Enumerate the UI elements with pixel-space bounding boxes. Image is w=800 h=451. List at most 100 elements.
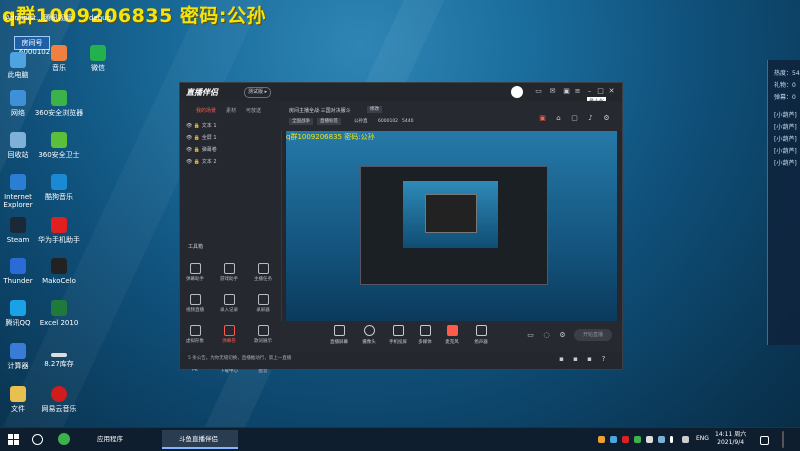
gift-icon[interactable]: ▣ — [563, 88, 570, 95]
scene-item[interactable]: 👁 🔒 文本 2 — [186, 158, 217, 165]
speaker-icon[interactable] — [682, 436, 689, 443]
clock[interactable]: 14:11 周六 2021/9/4 — [715, 431, 746, 447]
tag-chip[interactable]: 直播标签 — [317, 118, 341, 125]
stat-gifts: 礼物：0 — [774, 82, 796, 89]
minimize-icon[interactable]: – — [586, 88, 593, 95]
tray-app-icon[interactable] — [658, 436, 665, 443]
360-browser-icon[interactable] — [58, 433, 70, 445]
preview-overlay-caption: q群1009206835 密码:公孙 — [286, 133, 375, 141]
search-icon[interactable] — [32, 434, 43, 445]
tool-danmaku-helper[interactable]: 弹幕助手 — [182, 263, 208, 282]
lock-icon[interactable]: ▣ — [539, 115, 546, 122]
multimedia-button[interactable]: 多媒体 — [411, 325, 439, 345]
camera-button[interactable]: 摄像头 — [355, 325, 383, 345]
settings-icon[interactable]: ⚙ — [603, 115, 610, 122]
video-icon[interactable]: ▭ — [527, 332, 534, 339]
qq-icon — [10, 300, 26, 316]
windows-start-icon[interactable] — [8, 434, 19, 445]
notification-icon[interactable] — [760, 436, 769, 445]
stream-preview[interactable]: q群1009206835 密码:公孙 — [286, 131, 617, 321]
screen-capture-button[interactable]: 直播屏幕 — [325, 325, 353, 345]
taskbar-item-live-companion[interactable]: 斗鱼直播伴侣 — [162, 430, 238, 449]
stream-info-bar: 房间主播全战·三国对决服斗 修改 全国战争 直播标签 公孙直 6000102 5… — [281, 101, 622, 131]
screenshot-icon[interactable]: ▢ — [571, 115, 578, 122]
tab-broadcast[interactable]: 可放送 — [246, 107, 261, 114]
tray-app-icon[interactable] — [598, 436, 605, 443]
desktop-icon-makocelo[interactable]: MakoCelo — [31, 258, 87, 285]
help-icon[interactable]: ? — [600, 356, 607, 363]
desktop-icon-360-guard[interactable]: 360安全卫士 — [31, 132, 87, 159]
info-icon[interactable]: ◌ — [543, 332, 550, 339]
shield-icon — [51, 132, 67, 148]
scene-item[interactable]: 👁 🔒 全屏 1 — [186, 134, 217, 141]
desktop-icon-netease-music[interactable]: 网易云音乐 — [31, 386, 87, 413]
tray-app-icon[interactable] — [610, 436, 617, 443]
camera-icon — [363, 325, 375, 336]
phone-cast-button[interactable]: 手机投屏 — [384, 325, 412, 345]
netease-music-icon — [51, 386, 67, 402]
input-language[interactable]: ENG — [696, 435, 709, 442]
folder-icon — [10, 386, 26, 402]
tool-lyrics[interactable]: 歌词展示 — [250, 325, 276, 344]
toolbox-title: 工具箱 — [188, 244, 204, 250]
tray-app-icon[interactable] — [634, 436, 641, 443]
chat-line: [小葫芦] — [774, 136, 797, 143]
tab-scenes[interactable]: 我的场景 — [196, 107, 216, 114]
desktop-icon-inventory[interactable]: 8.27库存 — [31, 343, 87, 368]
tray-app-icon[interactable] — [646, 436, 653, 443]
taskbar-item-apps[interactable]: 应用程序 — [80, 430, 156, 449]
message-icon[interactable]: ▭ — [535, 88, 542, 95]
kugou-icon — [51, 174, 67, 190]
avatar[interactable] — [511, 86, 523, 98]
live-companion-window[interactable]: 直播伴侣 测试版 ▸ ▭ ✉ ▣ ≡ – □ ✕ 最小化 我的场景 素材 可放送… — [179, 82, 623, 374]
tool-danmaku-roll[interactable]: 弹幕卷 — [216, 325, 242, 344]
share-icon[interactable]: ⌂ — [555, 115, 562, 122]
tool-virtual-avatar[interactable]: 虚拟形象 — [182, 325, 208, 344]
room-id: 6000102 — [378, 119, 399, 124]
desktop-icon-wechat[interactable]: 微信 — [70, 45, 126, 72]
speed-icon: ▪ — [559, 355, 564, 363]
edit-title-button[interactable]: 修改 — [367, 106, 382, 113]
scene-item[interactable]: 👁 🔒 文本 1 — [186, 122, 217, 129]
tab-material[interactable]: 素材 — [226, 107, 236, 114]
speaker-button[interactable]: 扬声器 — [467, 325, 495, 345]
scene-item[interactable]: 👁 🔒 弹幕卷 — [186, 146, 217, 153]
desktop-icon-kugou[interactable]: 酷狗音乐 — [31, 174, 87, 201]
show-desktop-button[interactable] — [782, 431, 784, 448]
microphone-icon[interactable] — [670, 436, 673, 443]
tool-record[interactable]: 录入记录 — [216, 294, 242, 313]
desktop-icon-huawei[interactable]: 华为手机助手 — [31, 217, 87, 244]
network-icon — [10, 90, 26, 106]
tray-app-icon[interactable] — [622, 436, 629, 443]
chat-line: [小葫芦] — [774, 148, 797, 155]
close-icon[interactable]: ✕ — [608, 88, 615, 95]
tool-video[interactable]: 视频直播 — [182, 294, 208, 313]
start-stream-button[interactable]: 开始直播 — [574, 329, 612, 341]
tool-anchor-task[interactable]: 主播任务 — [250, 263, 276, 282]
beta-badge[interactable]: 测试版 ▸ — [244, 87, 272, 98]
notice-text[interactable]: 5 条公告。为你无缝切换，直播推动行，第上一直播 — [188, 355, 291, 361]
music-icon — [51, 45, 67, 61]
category-chip[interactable]: 全国战争 — [289, 118, 313, 125]
bell-icon[interactable]: ♪ — [587, 115, 594, 122]
steam-icon — [10, 217, 26, 233]
left-panel: 我的场景 素材 可放送 👁 🔒 文本 1 👁 🔒 全屏 1 👁 🔒 弹幕卷 👁 … — [180, 101, 282, 374]
desktop-icon-360-browser[interactable]: 360安全浏览器 — [31, 90, 87, 117]
menu-icon[interactable]: ≡ — [574, 88, 581, 95]
desktop-label-debug[interactable]: debug — [72, 14, 128, 22]
maximize-icon[interactable]: □ — [597, 88, 604, 95]
gear-icon[interactable]: ⚙ — [559, 332, 566, 339]
thunder-icon — [10, 258, 26, 274]
title-bar[interactable]: 直播伴侣 测试版 ▸ ▭ ✉ ▣ ≡ – □ ✕ 最小化 — [180, 83, 622, 106]
stream-title[interactable]: 房间主播全战·三国对决服斗 — [289, 107, 351, 114]
desktop-icon-excel[interactable]: Excel 2010 — [31, 300, 87, 327]
speaker-icon — [475, 325, 487, 336]
microphone-button[interactable]: 麦克风 — [438, 325, 466, 345]
popularity-count: 5440 — [402, 119, 414, 124]
anchor-name: 公孙直 — [354, 119, 368, 124]
taskbar: 应用程序 斗鱼直播伴侣 ENG 14:11 周六 2021/9/4 — [0, 427, 800, 451]
mail-icon[interactable]: ✉ — [549, 88, 556, 95]
tool-game-helper[interactable]: 游戏助手 — [216, 263, 242, 282]
wechat-icon — [90, 45, 106, 61]
tool-screen-record[interactable]: 录屏器 — [250, 294, 276, 313]
